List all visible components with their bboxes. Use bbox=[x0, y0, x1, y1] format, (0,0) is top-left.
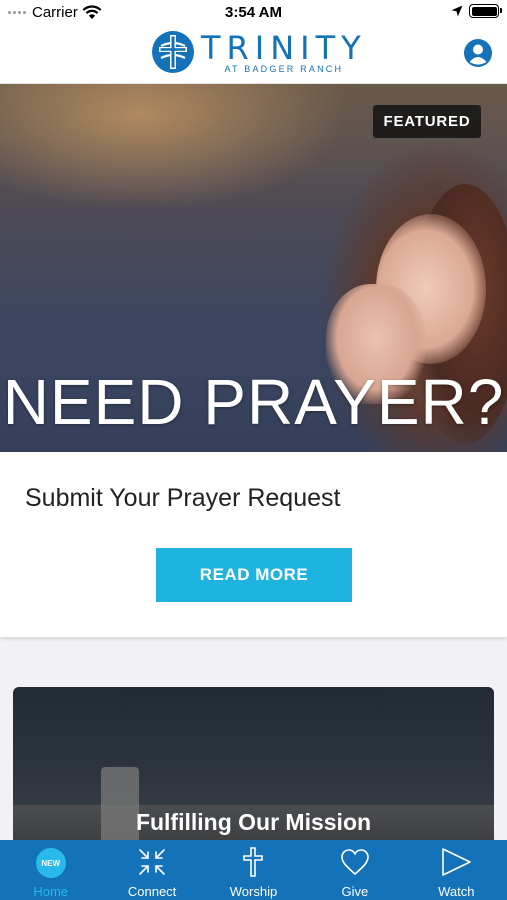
tab-give-label: Give bbox=[341, 884, 369, 899]
status-bar: Carrier 3:54 AM bbox=[0, 0, 507, 26]
tab-home[interactable]: NEW Home bbox=[0, 840, 101, 900]
featured-badge: FEATURED bbox=[373, 105, 481, 138]
connect-arrows-icon bbox=[139, 849, 165, 875]
hero-image[interactable]: FEATURED NEED PRAYER? bbox=[0, 84, 507, 452]
home-new-icon: NEW bbox=[35, 848, 66, 878]
tab-give[interactable]: Give bbox=[304, 840, 405, 900]
battery-icon bbox=[469, 4, 502, 18]
featured-card[interactable]: FEATURED NEED PRAYER? Submit Your Prayer… bbox=[0, 84, 507, 637]
hero-headline: NEED PRAYER? bbox=[2, 366, 505, 438]
tab-connect-label: Connect bbox=[127, 884, 177, 899]
location-arrow-icon bbox=[451, 5, 463, 17]
tab-home-label: Home bbox=[33, 884, 69, 899]
app-header: TRINITY AT BADGER RANCH bbox=[0, 26, 507, 84]
logo-main-text: TRINITY bbox=[201, 28, 367, 67]
tab-connect[interactable]: Connect bbox=[101, 840, 202, 900]
profile-icon[interactable] bbox=[463, 38, 493, 68]
cross-icon bbox=[243, 847, 264, 877]
logo-cross-globe-icon bbox=[152, 31, 194, 73]
logo-text: TRINITY AT BADGER RANCH bbox=[201, 31, 367, 74]
status-bar-right bbox=[451, 4, 502, 18]
tab-watch-label: Watch bbox=[438, 884, 475, 899]
read-more-button[interactable]: READ MORE bbox=[156, 548, 352, 602]
church-logo[interactable]: TRINITY AT BADGER RANCH bbox=[151, 30, 367, 74]
play-icon bbox=[442, 848, 472, 876]
status-time: 3:54 AM bbox=[225, 4, 282, 21]
tab-worship-label: Worship bbox=[229, 884, 278, 899]
heart-icon bbox=[341, 849, 369, 876]
card-title: Submit Your Prayer Request bbox=[25, 484, 341, 512]
tab-worship[interactable]: Worship bbox=[203, 840, 304, 900]
mission-card[interactable]: Fulfilling Our Mission bbox=[13, 687, 494, 840]
mission-card-title: Fulfilling Our Mission bbox=[135, 809, 372, 835]
tab-watch[interactable]: Watch bbox=[406, 840, 507, 900]
logo-sub-text: AT BADGER RANCH bbox=[224, 63, 344, 74]
tab-bar: NEW Home Connect Worship Give Watch bbox=[0, 840, 507, 900]
